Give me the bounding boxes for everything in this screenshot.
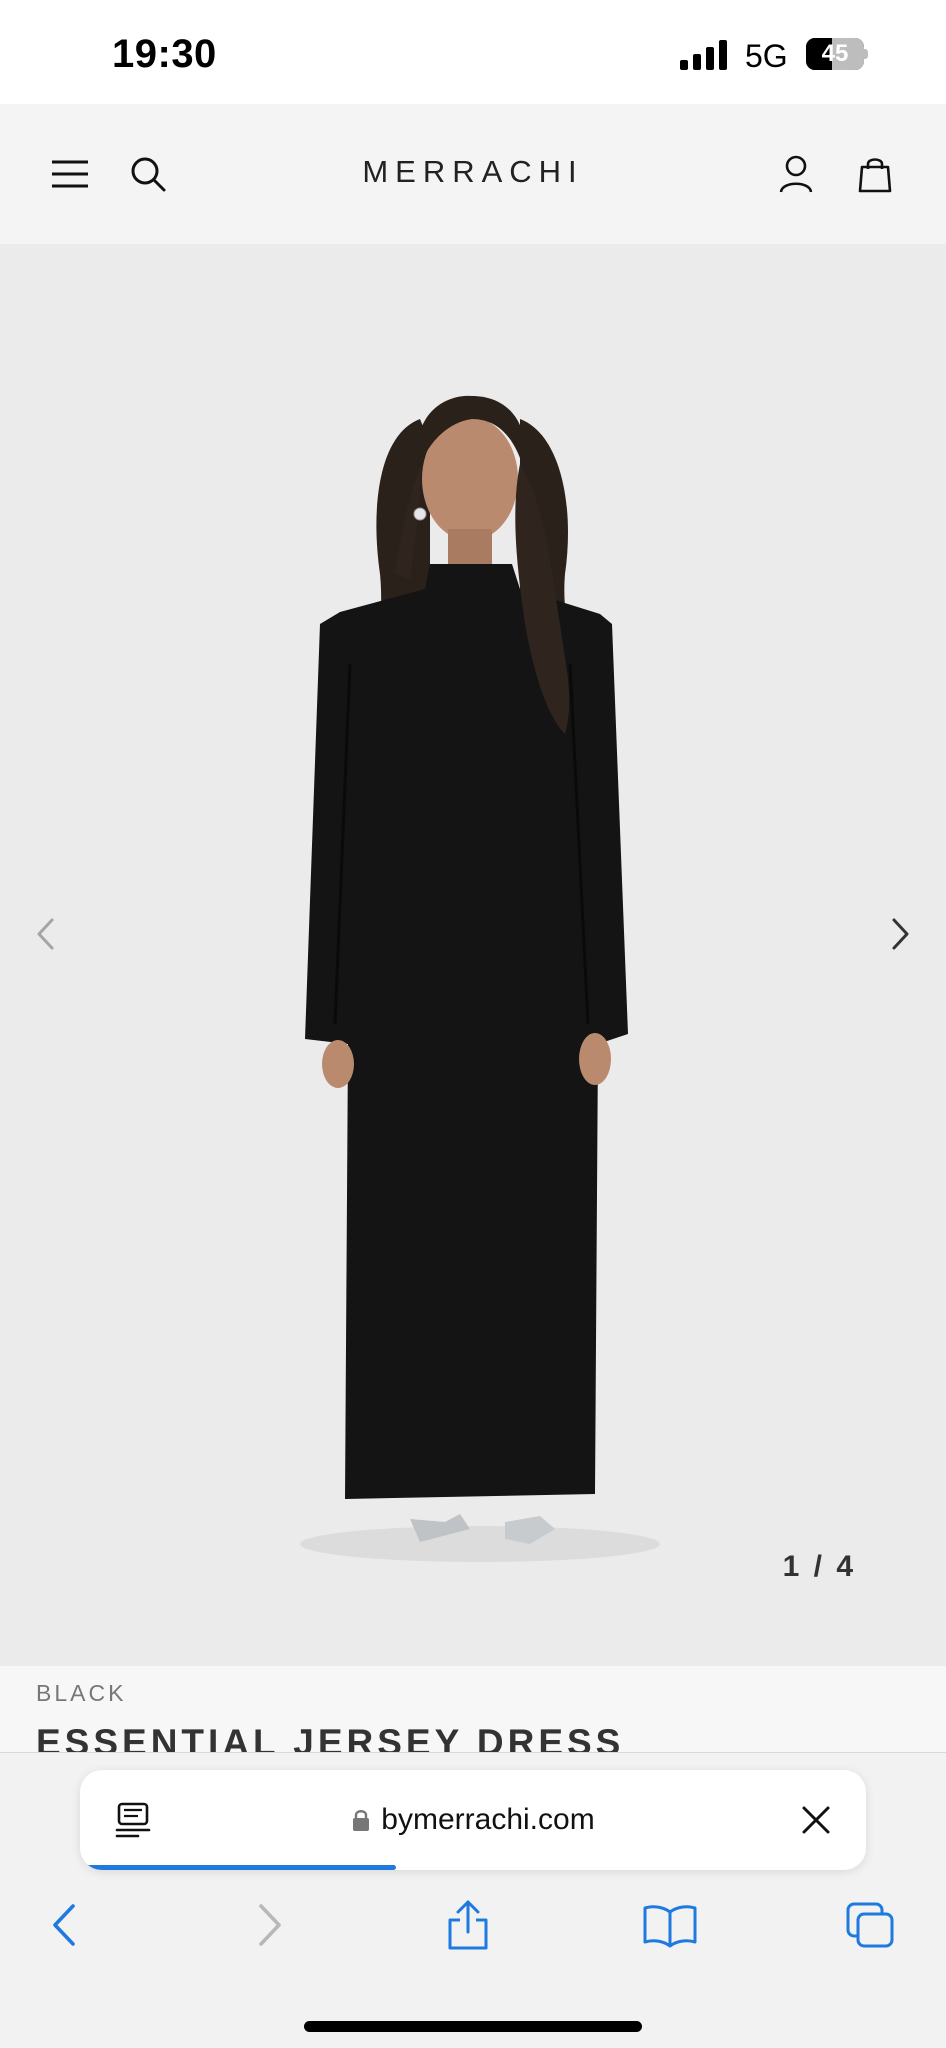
site-header: MERRACHI — [0, 104, 946, 244]
product-image-gallery[interactable]: 1 / 4 — [0, 244, 946, 1666]
product-photo — [300, 395, 660, 1562]
account-button[interactable] — [774, 152, 818, 196]
page-load-progress — [86, 1865, 396, 1870]
share-button[interactable] — [438, 1895, 498, 1955]
gallery-prev-button[interactable] — [24, 912, 68, 956]
cellular-signal-icon — [680, 40, 727, 70]
status-time: 19:30 — [112, 32, 217, 76]
network-type: 5G — [745, 38, 788, 74]
account-icon — [779, 155, 813, 193]
cart-button[interactable] — [853, 152, 897, 196]
browser-bottom-bar: bymerrachi.com — [0, 1752, 946, 2048]
address-bar[interactable]: bymerrachi.com — [80, 1770, 866, 1870]
share-icon — [448, 1900, 488, 1950]
gallery-counter: 1 / 4 — [782, 1550, 856, 1583]
status-bar: 19:30 5G 45 — [0, 0, 946, 104]
product-info: BLACK ESSENTIAL JERSEY DRESS — [0, 1666, 946, 1752]
product-color: BLACK — [36, 1680, 127, 1706]
close-icon[interactable] — [796, 1800, 836, 1840]
back-icon — [53, 1904, 75, 1946]
tabs-button[interactable] — [840, 1895, 900, 1955]
bookmarks-icon — [643, 1905, 697, 1948]
tabs-icon — [846, 1902, 894, 1948]
gallery-next-button[interactable] — [878, 912, 922, 956]
forward-icon — [259, 1904, 281, 1946]
product-title: ESSENTIAL JERSEY DRESS — [36, 1722, 625, 1752]
bag-icon — [858, 158, 892, 193]
url-text: bymerrachi.com — [381, 1803, 595, 1836]
battery-level: 45 — [821, 40, 849, 67]
chevron-right-icon — [892, 918, 909, 950]
chevron-left-icon — [37, 918, 54, 950]
bookmarks-button[interactable] — [640, 1895, 700, 1955]
forward-button[interactable] — [240, 1895, 300, 1955]
back-button[interactable] — [34, 1895, 94, 1955]
battery-icon: 45 — [806, 38, 868, 70]
home-indicator — [304, 2021, 642, 2032]
lock-icon — [353, 1810, 370, 1831]
